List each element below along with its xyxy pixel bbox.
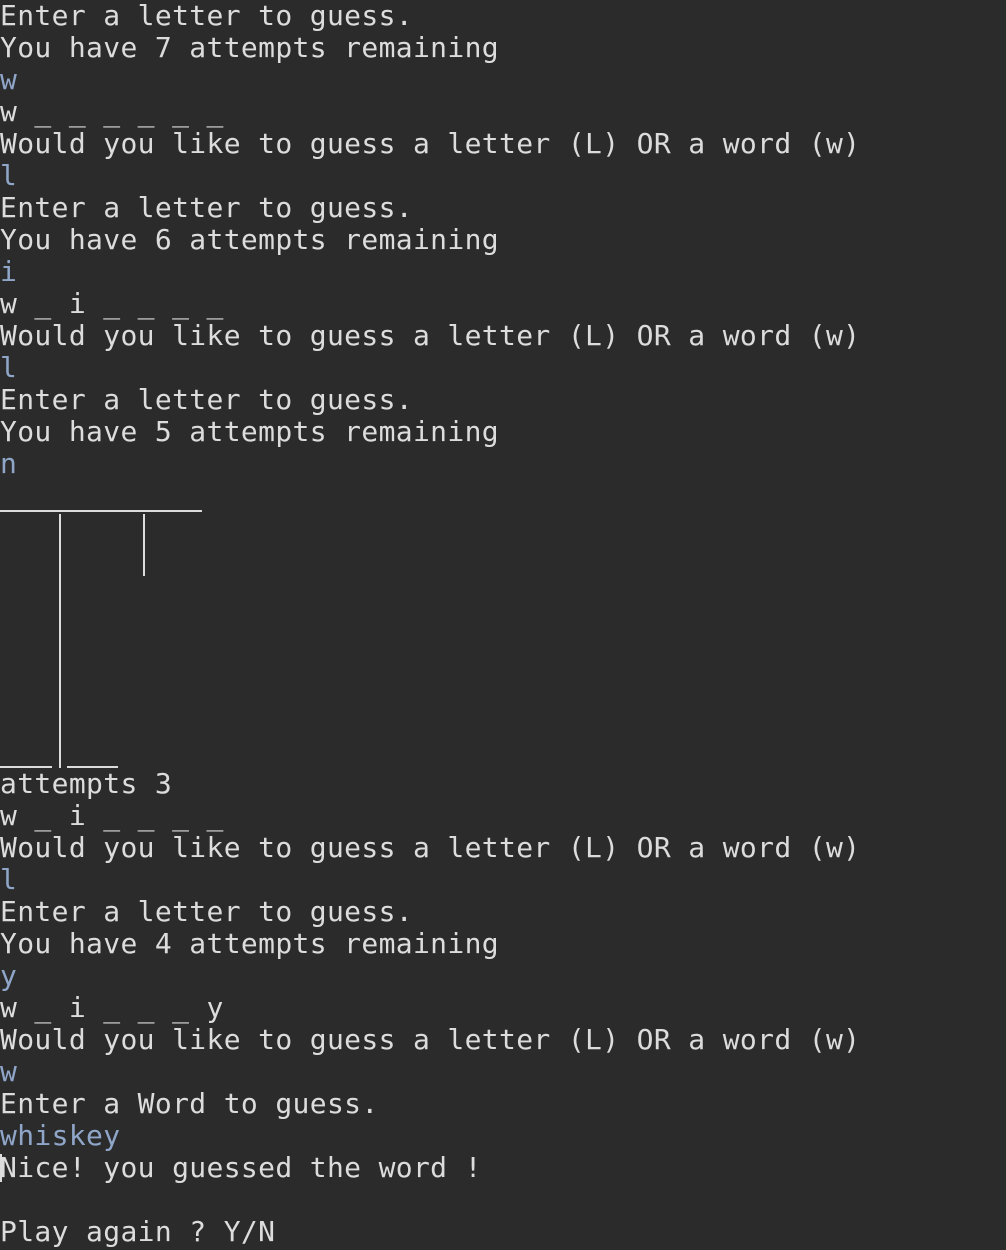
user-input-line: w: [0, 63, 18, 96]
user-input-line: l: [0, 159, 18, 192]
user-input-line: l: [0, 351, 18, 384]
user-input-line: i: [0, 255, 18, 288]
hangman-gallows-drawing: [0, 480, 240, 768]
gallows-post: [59, 514, 61, 768]
console-output-line: Enter a letter to guess.: [0, 383, 413, 416]
gallows-top-beam: [0, 510, 202, 512]
user-input-line: w: [0, 1055, 18, 1088]
console-output-line: You have 6 attempts remaining: [0, 223, 500, 256]
console-output-line: You have 7 attempts remaining: [0, 31, 500, 64]
console-output-line: w _ i _ _ _ _: [0, 799, 224, 832]
console-output-line: attempts 3: [0, 767, 173, 800]
terminal-console[interactable]: Enter a letter to guess. You have 7 attem…: [0, 0, 1006, 1250]
console-output-line: Would you like to guess a letter (L) OR …: [0, 319, 861, 352]
user-input-line: y: [0, 959, 18, 992]
result-text: Nice! you guessed the word !: [0, 1151, 482, 1184]
user-input-line: n: [0, 447, 18, 480]
gallows-rope: [143, 514, 145, 576]
user-input-line: whiskey: [0, 1119, 121, 1152]
console-output-line: Would you like to guess a letter (L) OR …: [0, 127, 861, 160]
result-line: Nice! you guessed the word !: [0, 1152, 1006, 1184]
console-output-line: Enter a Word to guess.: [0, 1087, 379, 1120]
console-output-line: w _ i _ _ _ y: [0, 991, 224, 1024]
gallows-base-right: [67, 766, 118, 768]
console-lines-before-gallows: Enter a letter to guess. You have 7 attem…: [0, 0, 1006, 480]
console-output-line: Enter a letter to guess.: [0, 191, 413, 224]
console-output-line: You have 5 attempts remaining: [0, 415, 500, 448]
gallows-base-left: [0, 766, 52, 768]
console-output-line: Enter a letter to guess.: [0, 895, 413, 928]
console-lines-after-gallows: attempts 3w _ i _ _ _ _ Would you like to…: [0, 768, 1006, 1152]
play-again-prompt: Play again ? Y/N: [0, 1215, 276, 1248]
user-input-line: l: [0, 863, 18, 896]
console-output-line: You have 4 attempts remaining: [0, 927, 500, 960]
console-output-line: Enter a letter to guess.: [0, 0, 413, 32]
console-output-line: w _ _ _ _ _ _: [0, 95, 224, 128]
console-output-line: Would you like to guess a letter (L) OR …: [0, 831, 861, 864]
console-output-line: Would you like to guess a letter (L) OR …: [0, 1023, 861, 1056]
console-output-line: w _ i _ _ _ _: [0, 287, 224, 320]
